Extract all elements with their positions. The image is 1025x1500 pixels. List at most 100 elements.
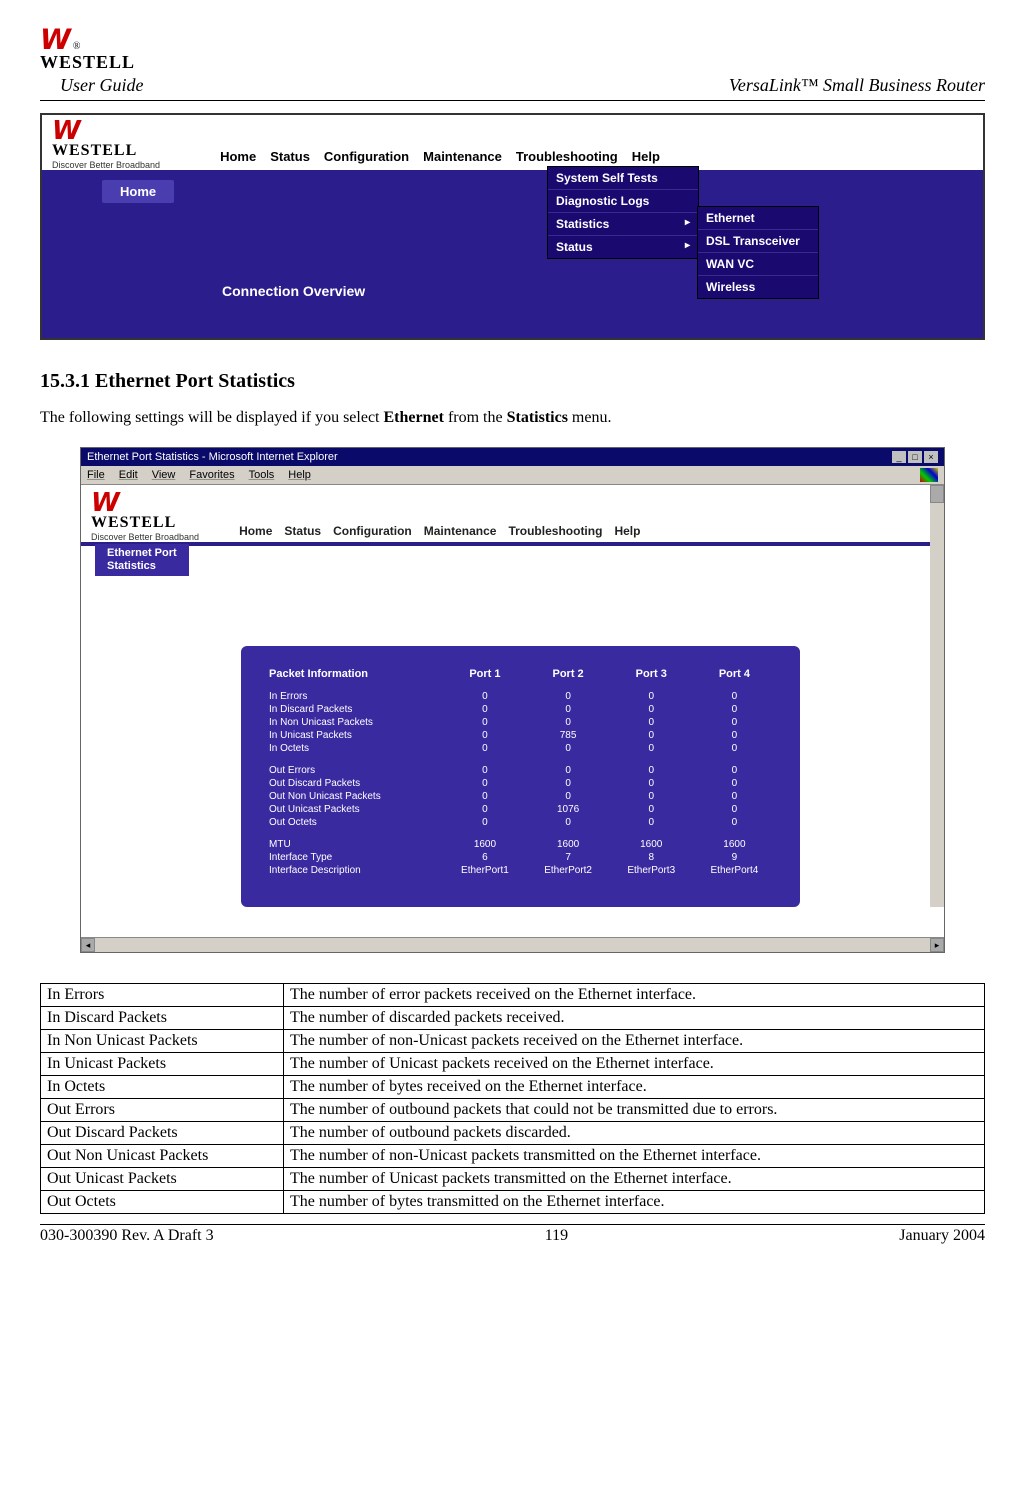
def-row: Out Non Unicast PacketsThe number of non…	[41, 1145, 985, 1168]
scroll-right-button[interactable]: ▸	[930, 938, 944, 952]
table-row: Out Octets0000	[265, 816, 776, 829]
def-row: Out OctetsThe number of bytes transmitte…	[41, 1191, 985, 1214]
table-row: Interface DescriptionEtherPort1EtherPort…	[265, 864, 776, 877]
maximize-button[interactable]: □	[908, 451, 922, 463]
dropdown-system-self-tests[interactable]: System Self Tests	[548, 167, 698, 190]
table-row: Out Unicast Packets0107600	[265, 803, 776, 816]
dropdown-statistics[interactable]: Statistics	[548, 213, 698, 236]
brand-name: WESTELL	[52, 142, 160, 160]
window-buttons: _ □ ×	[892, 451, 938, 463]
screenshot-ethernet-statistics: Ethernet Port Statistics - Microsoft Int…	[80, 447, 945, 953]
ie-menu-tools[interactable]: Tools	[249, 469, 275, 481]
menu-help[interactable]: Help	[614, 524, 640, 538]
submenu-wan-vc[interactable]: WAN VC	[698, 253, 818, 276]
statistics-submenu: Ethernet DSL Transceiver WAN VC Wireless	[697, 206, 819, 299]
tag-line-2: Statistics	[107, 560, 156, 572]
submenu-wireless[interactable]: Wireless	[698, 276, 818, 298]
def-desc: The number of Unicast packets transmitte…	[284, 1168, 985, 1191]
col-port-4: Port 4	[693, 664, 776, 690]
tag-line-1: Ethernet Port	[107, 547, 177, 559]
ie-menu-edit[interactable]: Edit	[119, 469, 138, 481]
scroll-left-button[interactable]: ◂	[81, 938, 95, 952]
router-logo: 𝙒 WESTELL Discover Better Broadband	[52, 121, 160, 170]
brand-logo-block: 𝙒 ® WESTELL User Guide	[40, 30, 144, 96]
ie-horizontal-scrollbar[interactable]: ◂ ▸	[81, 937, 944, 952]
section-body-text: The following settings will be displayed…	[40, 409, 985, 427]
menu-status[interactable]: Status	[284, 524, 321, 538]
brand-swoosh-icon: 𝙒	[40, 30, 71, 52]
brand-swoosh-icon: 𝙒	[52, 121, 160, 142]
brand-tagline: Discover Better Broadband	[91, 532, 199, 542]
menu-troubleshooting[interactable]: Troubleshooting	[508, 524, 602, 538]
dropdown-diagnostic-logs[interactable]: Diagnostic Logs	[548, 190, 698, 213]
def-row: In OctetsThe number of bytes received on…	[41, 1076, 985, 1099]
def-desc: The number of non-Unicast packets transm…	[284, 1145, 985, 1168]
menu-status[interactable]: Status	[270, 149, 310, 164]
def-desc: The number of bytes received on the Ethe…	[284, 1076, 985, 1099]
page-header: 𝙒 ® WESTELL User Guide VersaLink™ Small …	[40, 30, 985, 101]
def-row: Out Unicast PacketsThe number of Unicast…	[41, 1168, 985, 1191]
page-footer: 030-300390 Rev. A Draft 3 119 January 20…	[40, 1224, 985, 1245]
user-guide-label: User Guide	[60, 75, 144, 96]
menu-configuration[interactable]: Configuration	[324, 149, 409, 164]
def-term: Out Octets	[41, 1191, 284, 1214]
text-fragment: menu.	[568, 409, 612, 426]
table-row: Out Errors0000	[265, 755, 776, 777]
brand-tagline: Discover Better Broadband	[52, 160, 160, 170]
menu-help[interactable]: Help	[632, 149, 660, 164]
packet-information-panel: Packet Information Port 1 Port 2 Port 3 …	[241, 646, 800, 907]
text-fragment: The following settings will be displayed…	[40, 409, 384, 426]
def-desc: The number of outbound packets that coul…	[284, 1099, 985, 1122]
registered-icon: ®	[73, 41, 81, 52]
submenu-dsl-transceiver[interactable]: DSL Transceiver	[698, 230, 818, 253]
ie-menu-view[interactable]: View	[152, 469, 176, 481]
col-port-3: Port 3	[610, 664, 693, 690]
table-row: In Discard Packets0000	[265, 703, 776, 716]
menu-configuration[interactable]: Configuration	[333, 524, 412, 538]
sidebar-home-tab[interactable]: Home	[102, 180, 174, 203]
submenu-ethernet[interactable]: Ethernet	[698, 207, 818, 230]
menu-home[interactable]: Home	[220, 149, 256, 164]
def-term: In Discard Packets	[41, 1007, 284, 1030]
scrollbar-thumb[interactable]	[930, 485, 944, 503]
table-row: In Non Unicast Packets0000	[265, 716, 776, 729]
def-term: Out Discard Packets	[41, 1122, 284, 1145]
def-term: In Errors	[41, 984, 284, 1007]
menu-maintenance[interactable]: Maintenance	[423, 149, 502, 164]
brand-name: WESTELL	[40, 52, 135, 73]
def-row: Out Discard PacketsThe number of outboun…	[41, 1122, 985, 1145]
ie-titlebar: Ethernet Port Statistics - Microsoft Int…	[81, 448, 944, 466]
col-port-1: Port 1	[443, 664, 526, 690]
section-heading: 15.3.1 Ethernet Port Statistics	[40, 370, 985, 393]
footer-right: January 2004	[899, 1227, 985, 1245]
connection-overview-heading: Connection Overview	[222, 283, 973, 299]
def-term: Out Unicast Packets	[41, 1168, 284, 1191]
col-port-2: Port 2	[527, 664, 610, 690]
text-fragment: from the	[444, 409, 507, 426]
definitions-table: In ErrorsThe number of error packets rec…	[40, 983, 985, 1214]
def-term: In Unicast Packets	[41, 1053, 284, 1076]
def-term: Out Errors	[41, 1099, 284, 1122]
table-row: Interface Type6789	[265, 851, 776, 864]
def-term: Out Non Unicast Packets	[41, 1145, 284, 1168]
ie-menu-favorites[interactable]: Favorites	[189, 469, 234, 481]
def-desc: The number of bytes transmitted on the E…	[284, 1191, 985, 1214]
brand-name: WESTELL	[91, 514, 199, 532]
screenshot-troubleshooting-menu: 𝙒 WESTELL Discover Better Broadband Home…	[40, 113, 985, 340]
minimize-button[interactable]: _	[892, 451, 906, 463]
dropdown-status[interactable]: Status	[548, 236, 698, 258]
ie-menu-file[interactable]: File	[87, 469, 105, 481]
menu-home[interactable]: Home	[239, 524, 272, 538]
def-row: In Discard PacketsThe number of discarde…	[41, 1007, 985, 1030]
ie-menubar: File Edit View Favorites Tools Help	[81, 466, 944, 485]
def-desc: The number of Unicast packets received o…	[284, 1053, 985, 1076]
def-term: In Octets	[41, 1076, 284, 1099]
ie-menu-help[interactable]: Help	[288, 469, 311, 481]
close-button[interactable]: ×	[924, 451, 938, 463]
menu-troubleshooting[interactable]: Troubleshooting	[516, 149, 618, 164]
menu-maintenance[interactable]: Maintenance	[424, 524, 497, 538]
page-tag-ethernet-stats: Ethernet Port Statistics	[95, 544, 189, 576]
def-desc: The number of error packets received on …	[284, 984, 985, 1007]
def-desc: The number of non-Unicast packets receiv…	[284, 1030, 985, 1053]
def-row: In ErrorsThe number of error packets rec…	[41, 984, 985, 1007]
